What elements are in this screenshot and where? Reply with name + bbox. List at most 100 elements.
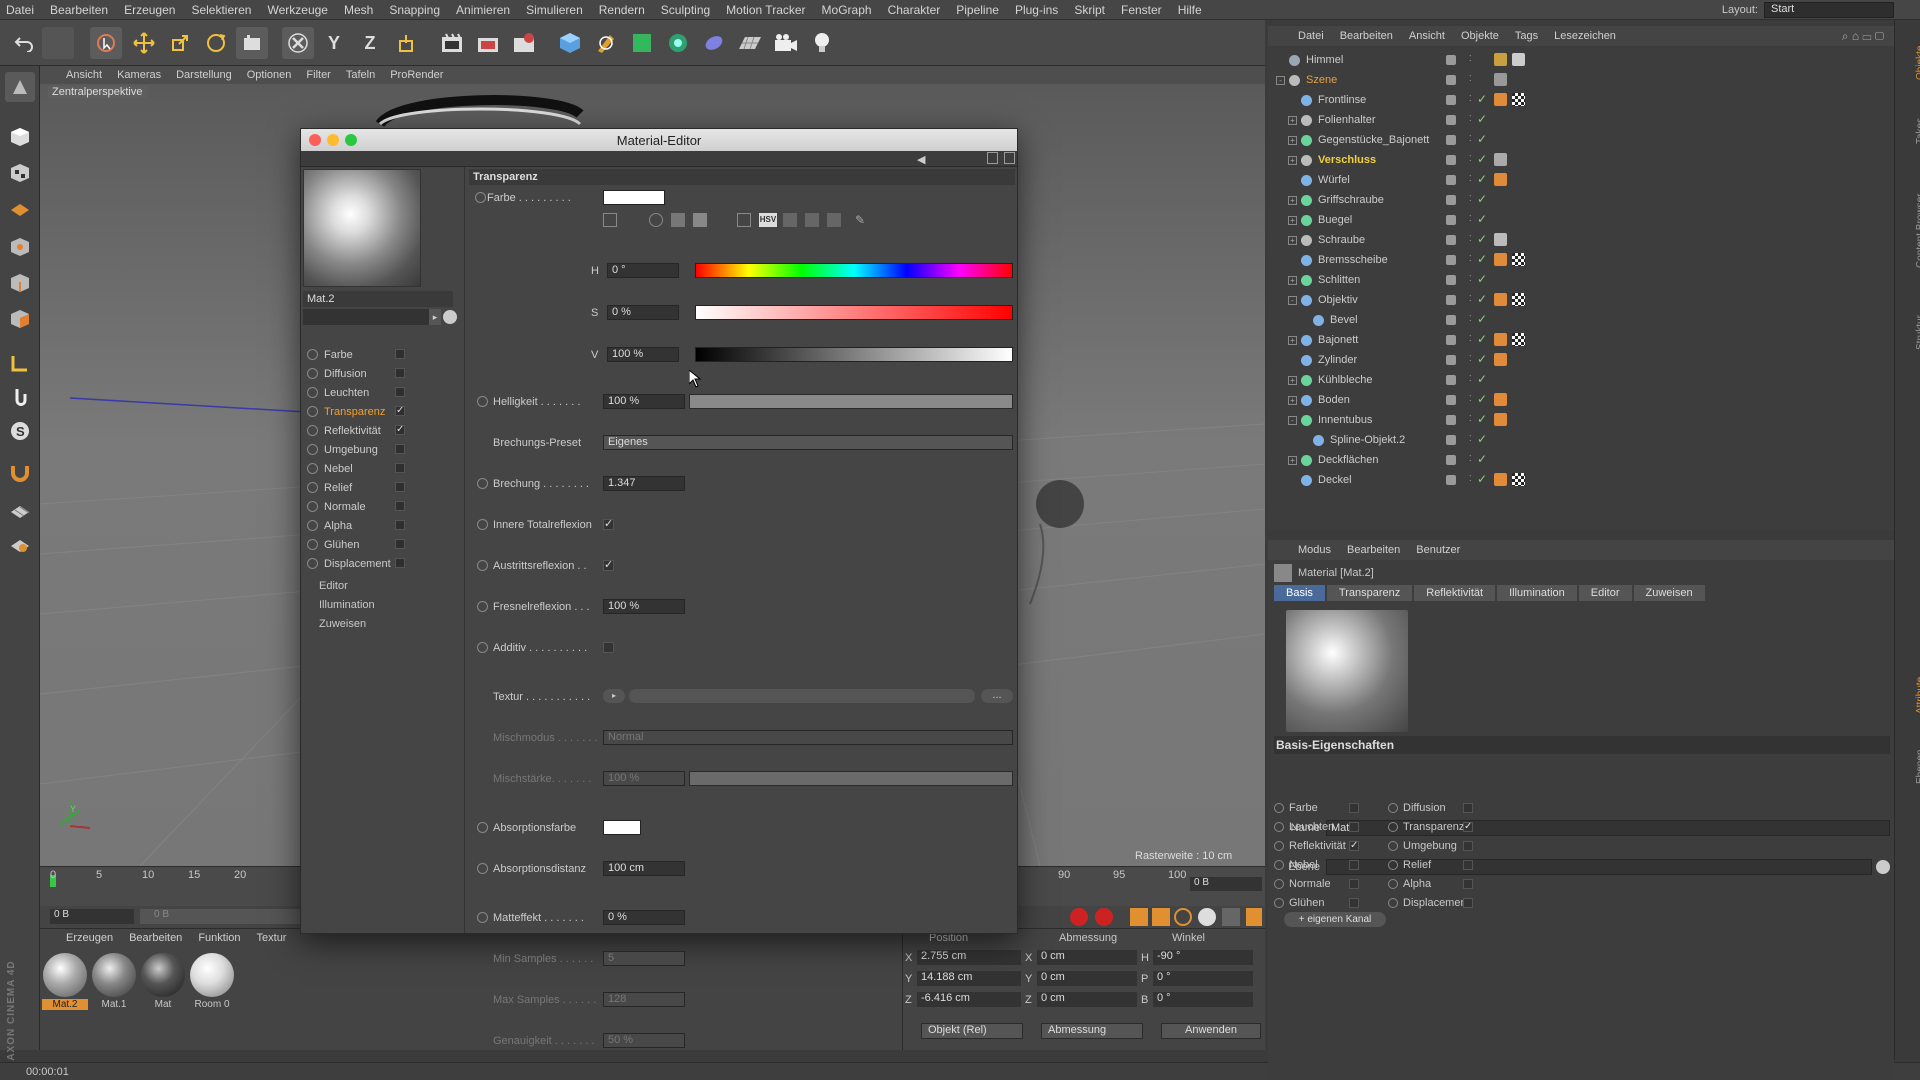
- arrow-right-icon[interactable]: ▸: [429, 309, 441, 325]
- channel-checkbox[interactable]: [395, 463, 405, 473]
- object-tag-icon[interactable]: [1494, 253, 1507, 266]
- expand-toggle[interactable]: +: [1288, 455, 1297, 465]
- render-dots-icon[interactable]: ⁚: [1469, 234, 1472, 243]
- visibility-icon[interactable]: [1446, 75, 1456, 85]
- render-dots-icon[interactable]: ⁚: [1469, 214, 1472, 223]
- subdivision-icon[interactable]: [626, 27, 658, 59]
- tab-zuweisen[interactable]: Zuweisen: [1633, 585, 1705, 601]
- object-tag-icon[interactable]: [1512, 93, 1525, 106]
- channel-checkbox[interactable]: [1463, 802, 1473, 813]
- channel-item-farbe[interactable]: Farbe: [301, 345, 465, 364]
- menu-item-bearbeiten[interactable]: Bearbeiten: [50, 3, 108, 17]
- pla-key-icon[interactable]: [1222, 908, 1240, 926]
- channel-anim-icon[interactable]: [307, 482, 318, 493]
- viewport-menu-darstellung[interactable]: Darstellung: [176, 69, 232, 81]
- visibility-icon[interactable]: [1446, 175, 1456, 185]
- refraction-anim-icon[interactable]: [477, 478, 488, 489]
- enabled-check-icon[interactable]: ✓: [1477, 432, 1487, 446]
- layout-dropdown[interactable]: Start: [1764, 2, 1894, 18]
- enabled-check-icon[interactable]: ✓: [1477, 252, 1487, 266]
- viewport-menu-filter[interactable]: Filter: [306, 69, 330, 81]
- channel-item-transparenz[interactable]: Transparenz ✓: [301, 402, 465, 421]
- object-tag-icon[interactable]: [1494, 333, 1507, 346]
- render-dots-icon[interactable]: ⁚: [1469, 454, 1472, 463]
- move-tool-icon[interactable]: [128, 27, 160, 59]
- floor-icon[interactable]: [734, 27, 766, 59]
- total-internal-anim-icon[interactable]: [477, 519, 488, 530]
- viewport-menu-optionen[interactable]: Optionen: [247, 69, 292, 81]
- points-mode-icon[interactable]: [5, 232, 35, 262]
- enabled-check-icon[interactable]: ✓: [1477, 92, 1487, 106]
- y-axis-icon[interactable]: Y: [318, 27, 350, 59]
- editor-page-illumination[interactable]: Illumination: [319, 596, 375, 615]
- close-icon[interactable]: [309, 134, 321, 146]
- make-editable-icon[interactable]: [5, 72, 35, 102]
- enabled-check-icon[interactable]: ✓: [1477, 312, 1487, 326]
- expand-toggle[interactable]: +: [1288, 135, 1297, 145]
- channel-checkbox[interactable]: [395, 558, 405, 568]
- expand-toggle[interactable]: +: [1288, 275, 1297, 285]
- channel-item-displacement[interactable]: Displacement: [301, 554, 465, 573]
- channel-checkbox[interactable]: [395, 539, 405, 549]
- channel-anim-icon[interactable]: [307, 387, 318, 398]
- channel-checkbox[interactable]: ✓: [1349, 840, 1359, 851]
- absorption-distance-anim-icon[interactable]: [477, 863, 488, 874]
- size-mode-dropdown[interactable]: Abmessung: [1041, 1023, 1143, 1039]
- object-row[interactable]: - Objektiv ⁚ ✓: [1276, 290, 1886, 310]
- render-dots-icon[interactable]: ⁚: [1469, 334, 1472, 343]
- additive-checkbox[interactable]: [603, 642, 614, 653]
- object-menu-objekte[interactable]: Objekte: [1461, 30, 1499, 42]
- channel-anim-icon[interactable]: [307, 406, 318, 417]
- channel-anim-icon[interactable]: [307, 425, 318, 436]
- saturation-field[interactable]: 0 %: [607, 305, 679, 320]
- menu-item-erzeugen[interactable]: Erzeugen: [124, 3, 175, 17]
- object-menu-lesezeichen[interactable]: Lesezeichen: [1554, 30, 1616, 42]
- visibility-icon[interactable]: [1446, 395, 1456, 405]
- render-dots-icon[interactable]: ⁚: [1469, 74, 1472, 83]
- visibility-icon[interactable]: [1446, 95, 1456, 105]
- rotation-field[interactable]: -90 °: [1153, 950, 1253, 965]
- polygons-mode-icon[interactable]: [5, 304, 35, 334]
- channel-item-diffusion[interactable]: Diffusion: [301, 364, 465, 383]
- menu-item-selektieren[interactable]: Selektieren: [191, 3, 251, 17]
- channel-checkbox[interactable]: [1463, 878, 1473, 889]
- refraction-field[interactable]: 1.347: [603, 476, 685, 491]
- channel-checkbox[interactable]: [1349, 878, 1359, 889]
- object-row[interactable]: Spline-Objekt.2 ⁚ ✓: [1276, 430, 1886, 450]
- object-row[interactable]: + Gegenstücke_Bajonett ⁚ ✓: [1276, 130, 1886, 150]
- channel-checkbox[interactable]: [1349, 821, 1359, 832]
- dock-tab-takes[interactable]: Takes: [1915, 118, 1920, 144]
- expand-toggle[interactable]: +: [1288, 375, 1297, 385]
- picker-icon[interactable]: [443, 310, 457, 324]
- model-mode-icon[interactable]: [5, 122, 35, 152]
- exit-reflection-checkbox[interactable]: ✓: [603, 560, 614, 571]
- channel-checkbox[interactable]: [1463, 840, 1473, 851]
- rotate-key-icon[interactable]: [1174, 908, 1192, 926]
- maximize-icon[interactable]: [345, 134, 357, 146]
- object-tag-icon[interactable]: [1494, 153, 1507, 166]
- hue-field[interactable]: 0 °: [607, 263, 679, 278]
- visibility-icon[interactable]: [1446, 275, 1456, 285]
- enabled-check-icon[interactable]: ✓: [1477, 132, 1487, 146]
- render-dots-icon[interactable]: ⁚: [1469, 154, 1472, 163]
- expand-toggle[interactable]: +: [1288, 235, 1297, 245]
- enabled-check-icon[interactable]: ✓: [1477, 372, 1487, 386]
- object-row[interactable]: Bevel ⁚ ✓: [1276, 310, 1886, 330]
- render-settings-icon[interactable]: [508, 27, 540, 59]
- object-tag-icon[interactable]: [1494, 293, 1507, 306]
- attribute-menu-modus[interactable]: Modus: [1298, 544, 1331, 556]
- channel-anim-icon[interactable]: [307, 368, 318, 379]
- visibility-icon[interactable]: [1446, 215, 1456, 225]
- max-samples-field[interactable]: 128: [603, 992, 685, 1007]
- visibility-icon[interactable]: [1446, 115, 1456, 125]
- render-dots-icon[interactable]: ⁚: [1469, 174, 1472, 183]
- channel-checkbox[interactable]: ✓: [395, 425, 405, 435]
- object-menu-tags[interactable]: Tags: [1515, 30, 1538, 42]
- rgb-mode-icon[interactable]: [737, 213, 751, 227]
- object-row[interactable]: + Griffschraube ⁚ ✓: [1276, 190, 1886, 210]
- anim-icon[interactable]: [1388, 802, 1398, 813]
- object-tag-icon[interactable]: [1494, 233, 1507, 246]
- render-dots-icon[interactable]: ⁚: [1469, 394, 1472, 403]
- hsv-mode-tab[interactable]: HSV: [759, 213, 777, 227]
- expand-toggle[interactable]: +: [1288, 395, 1297, 405]
